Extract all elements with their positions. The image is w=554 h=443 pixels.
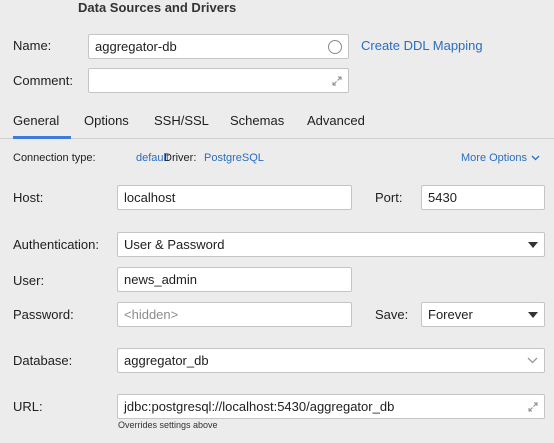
authentication-value: User & Password <box>124 237 225 252</box>
url-input[interactable]: jdbc:postgresql://localhost:5430/aggrega… <box>117 394 545 419</box>
host-value: localhost <box>124 190 176 205</box>
port-input[interactable]: 5430 <box>421 185 545 210</box>
tab-options[interactable]: Options <box>84 100 129 138</box>
driver-label: Driver: <box>164 152 197 164</box>
dropdown-arrow-icon <box>528 311 538 318</box>
dialog-title: Data Sources and Drivers <box>78 0 237 15</box>
save-value: Forever <box>428 307 473 322</box>
chevron-down-icon <box>531 155 540 161</box>
password-placeholder: <hidden> <box>124 307 179 322</box>
comment-label: Comment: <box>13 73 73 88</box>
user-label: User: <box>13 273 45 288</box>
database-dropdown[interactable]: aggregator_db <box>117 348 545 373</box>
tab-advanced-label: Advanced <box>307 113 365 128</box>
expand-icon[interactable] <box>528 402 538 412</box>
more-options-link[interactable]: More Options <box>461 152 540 164</box>
password-input[interactable]: <hidden> <box>117 302 352 327</box>
tab-bar: General Options SSH/SSL Schemas Advanced <box>0 100 554 139</box>
driver-link[interactable]: PostgreSQL <box>204 152 264 164</box>
save-label: Save: <box>375 307 409 322</box>
authentication-label: Authentication: <box>13 237 100 252</box>
database-value: aggregator_db <box>124 353 209 368</box>
chevron-down-icon <box>527 357 538 364</box>
tab-schemas[interactable]: Schemas <box>230 100 284 138</box>
name-label: Name: <box>13 38 52 53</box>
comment-input[interactable] <box>88 68 349 93</box>
password-label: Password: <box>13 307 74 322</box>
tab-schemas-label: Schemas <box>230 113 285 128</box>
more-options-label: More Options <box>461 152 528 164</box>
url-hint: Overrides settings above <box>118 420 218 430</box>
tab-ssh-ssl-label: SSH/SSL <box>154 113 209 128</box>
port-label: Port: <box>375 190 403 205</box>
tab-general-label: General <box>13 113 60 128</box>
expand-icon[interactable] <box>332 76 342 86</box>
port-value: 5430 <box>428 190 457 205</box>
name-value: aggregator-db <box>95 39 177 54</box>
tab-options-label: Options <box>84 113 129 128</box>
url-label: URL: <box>13 399 43 414</box>
create-ddl-mapping-link[interactable]: Create DDL Mapping <box>361 38 483 53</box>
tab-ssh-ssl[interactable]: SSH/SSL <box>154 100 209 138</box>
host-input[interactable]: localhost <box>117 185 352 210</box>
color-circle-icon[interactable] <box>328 39 342 54</box>
authentication-dropdown[interactable]: User & Password <box>117 232 545 257</box>
tab-advanced[interactable]: Advanced <box>307 100 365 138</box>
host-label: Host: <box>13 190 44 205</box>
connection-type-label: Connection type: <box>13 152 96 164</box>
user-value: news_admin <box>124 272 197 287</box>
name-input[interactable]: aggregator-db <box>88 34 349 59</box>
tab-general[interactable]: General <box>13 100 71 139</box>
dropdown-arrow-icon <box>528 241 538 248</box>
user-input[interactable]: news_admin <box>117 267 352 292</box>
save-dropdown[interactable]: Forever <box>421 302 545 327</box>
url-value: jdbc:postgresql://localhost:5430/aggrega… <box>124 399 395 414</box>
database-label: Database: <box>13 353 73 368</box>
